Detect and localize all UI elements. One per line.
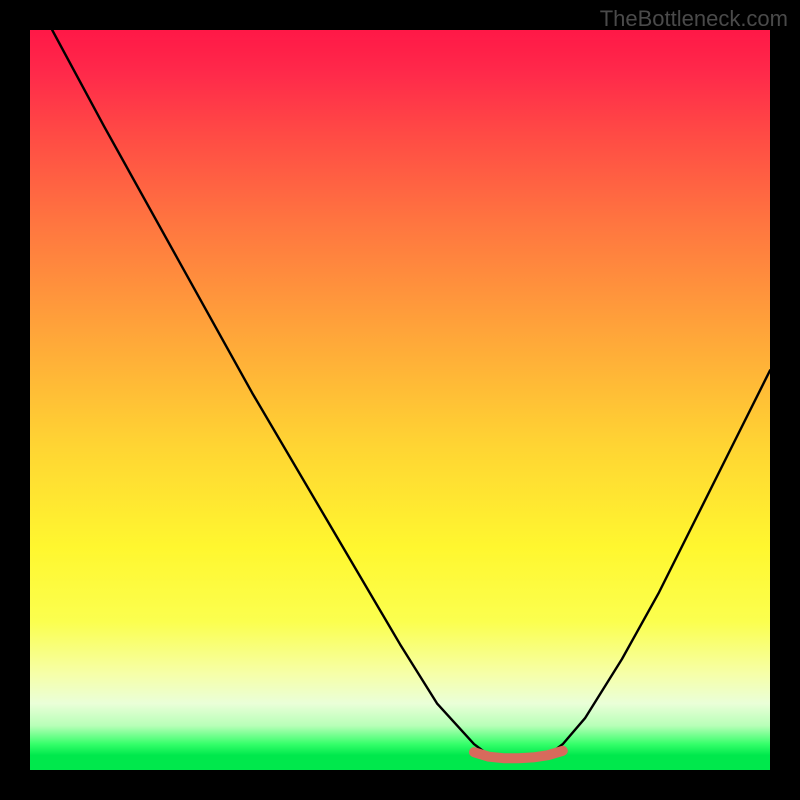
chart-area bbox=[30, 30, 770, 770]
flat-bottom-marker bbox=[474, 751, 563, 758]
attribution-label: TheBottleneck.com bbox=[600, 6, 788, 32]
bottleneck-curve bbox=[52, 30, 770, 758]
curve-layer bbox=[30, 30, 770, 770]
